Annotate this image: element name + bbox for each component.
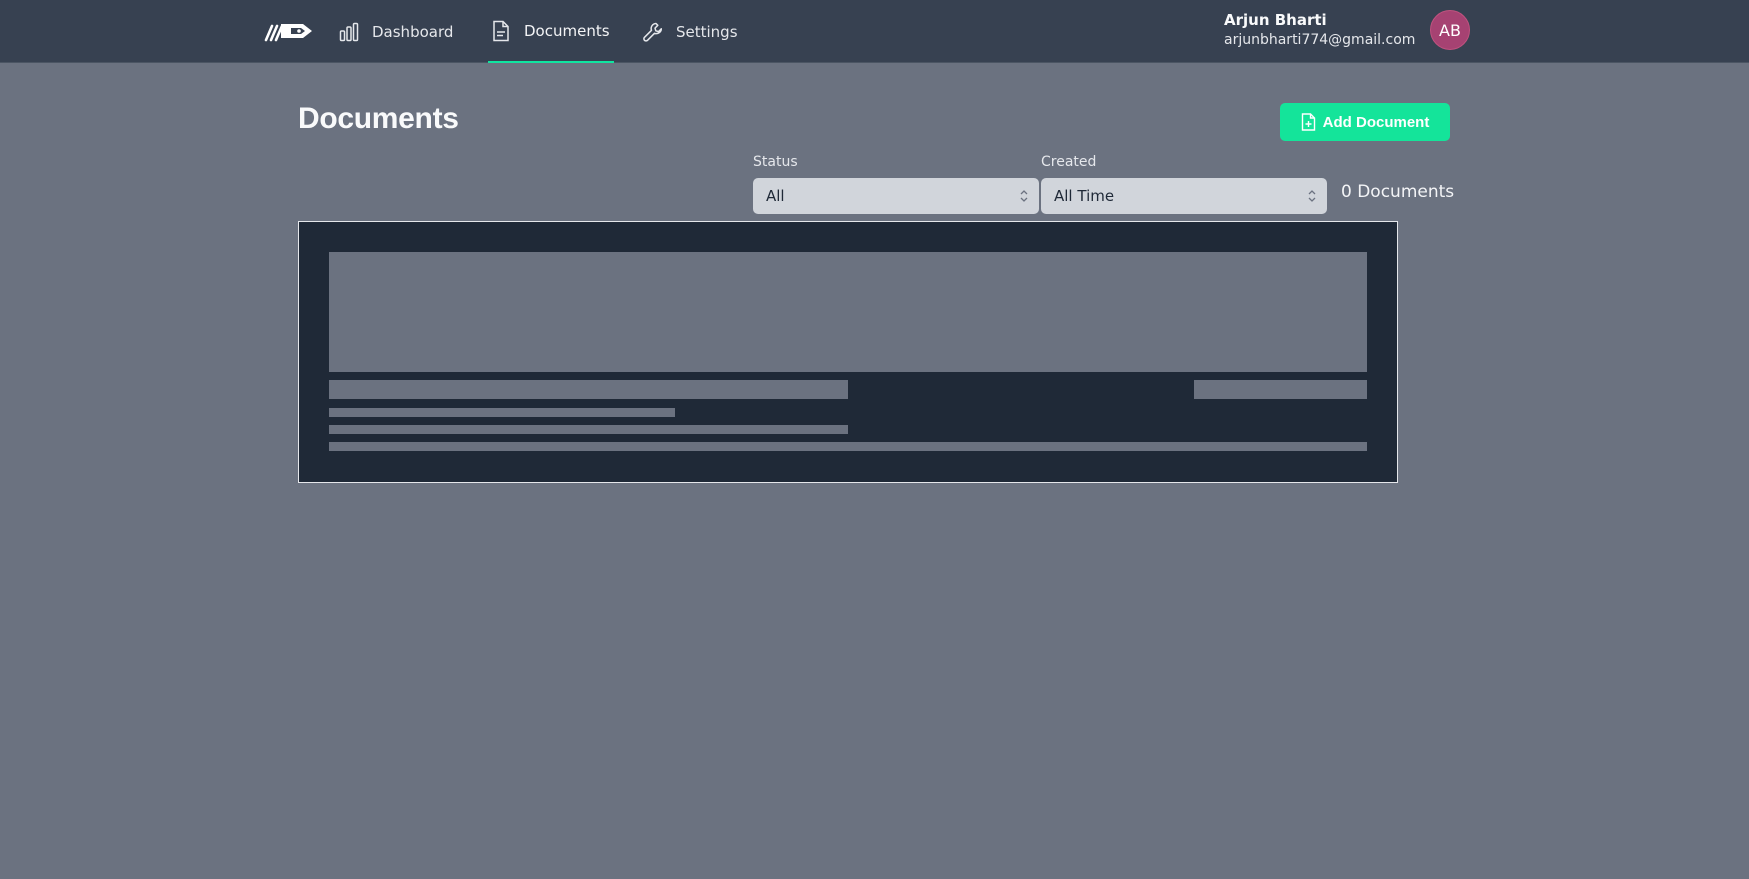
- user-info: Arjun Bharti arjunbharti774@gmail.com: [1224, 10, 1415, 50]
- nav-dashboard-label: Dashboard: [372, 22, 454, 41]
- document-count: 0 Documents: [1341, 182, 1455, 202]
- skeleton-title-line: [329, 380, 848, 399]
- status-filter-label: Status: [753, 154, 798, 170]
- created-filter-label: Created: [1041, 154, 1097, 170]
- user-name: Arjun Bharti: [1224, 11, 1327, 29]
- nav-settings[interactable]: Settings: [642, 0, 738, 63]
- avatar[interactable]: AB: [1430, 10, 1470, 50]
- document-card-skeleton: [298, 221, 1398, 483]
- user-email: arjunbharti774@gmail.com: [1224, 32, 1416, 48]
- skeleton-text-line: [329, 442, 1367, 451]
- file-plus-icon: [1301, 113, 1316, 131]
- app-logo[interactable]: [263, 18, 315, 44]
- add-document-label: Add Document: [1322, 113, 1430, 131]
- document-icon: [490, 20, 512, 42]
- status-select-value: All: [766, 187, 785, 205]
- skeleton-thumbnail: [329, 252, 1367, 372]
- nav-documents[interactable]: Documents: [488, 0, 614, 63]
- skeleton-status-line: [1194, 380, 1367, 399]
- nav-documents-label: Documents: [524, 21, 610, 40]
- top-navigation-bar: Dashboard Documents Settings Arjun Bhart…: [0, 0, 1749, 63]
- created-select[interactable]: All Time: [1041, 178, 1327, 214]
- add-document-button[interactable]: Add Document: [1280, 103, 1450, 141]
- chevron-up-down-icon: [1308, 190, 1316, 202]
- nav-settings-label: Settings: [676, 22, 738, 41]
- wrench-icon: [642, 21, 664, 43]
- status-select[interactable]: All: [753, 178, 1039, 214]
- skeleton-text-line: [329, 408, 675, 417]
- created-select-value: All Time: [1054, 187, 1115, 205]
- page-title: Documents: [298, 102, 459, 135]
- skeleton-text-line: [329, 425, 848, 434]
- chevron-up-down-icon: [1020, 190, 1028, 202]
- bar-chart-icon: [338, 21, 360, 43]
- nav-dashboard[interactable]: Dashboard: [338, 0, 453, 63]
